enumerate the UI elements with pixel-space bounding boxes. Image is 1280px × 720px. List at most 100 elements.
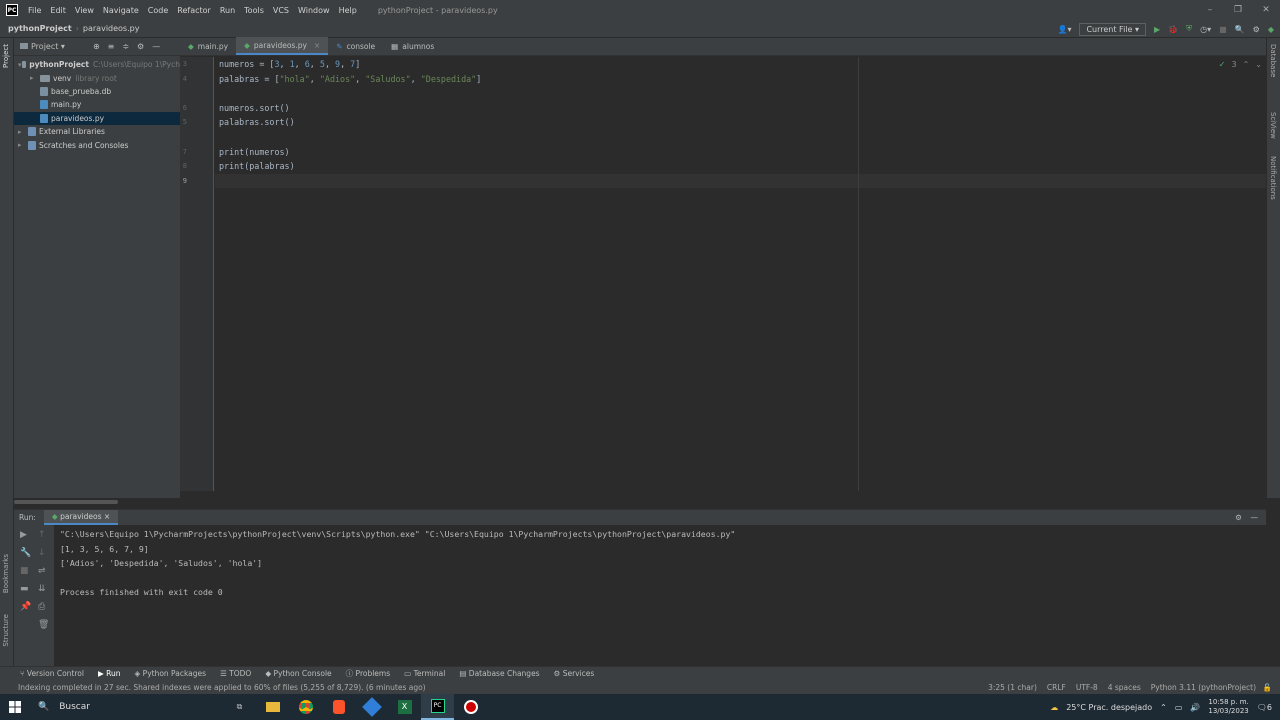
menu-tools[interactable]: Tools xyxy=(244,6,264,15)
pycharm-taskbar-icon[interactable]: PC xyxy=(421,694,454,720)
bookmarks-tool-button[interactable]: Bookmarks xyxy=(2,554,10,593)
update-icon[interactable]: ◆ xyxy=(1268,25,1274,34)
layout-icon[interactable]: ▬ xyxy=(20,584,29,594)
database-tool-button[interactable]: Database xyxy=(1269,44,1277,77)
close-tab-icon[interactable]: × xyxy=(314,41,320,50)
menu-code[interactable]: Code xyxy=(148,6,168,15)
breadcrumb-file[interactable]: paravideos.py xyxy=(83,24,140,33)
clock[interactable]: 10:58 p. m. 13/03/2023 xyxy=(1208,698,1248,716)
taskbar-search[interactable]: 🔍 Buscar xyxy=(38,702,223,712)
user-icon[interactable]: 👤▾ xyxy=(1057,25,1071,34)
structure-tool-button[interactable]: Structure xyxy=(2,614,10,647)
volume-icon[interactable]: 🔊 xyxy=(1190,703,1200,712)
notification-center-icon[interactable]: 🗨6 xyxy=(1257,703,1272,712)
project-tree-item[interactable]: ▸ Scratches and Consoles xyxy=(14,138,180,151)
horizontal-scrollbar[interactable] xyxy=(14,500,118,504)
maximize-icon[interactable]: ❐ xyxy=(1224,0,1252,20)
project-tree-item[interactable]: ▾ pythonProject C:\Users\Equipo 1\Pych xyxy=(14,58,180,71)
collapse-all-icon[interactable]: ≑ xyxy=(122,42,129,51)
minimize-icon[interactable]: – xyxy=(1196,0,1224,20)
project-tree-item[interactable]: ▸ External Libraries xyxy=(14,125,180,138)
network-icon[interactable]: ▭ xyxy=(1175,703,1183,712)
menu-run[interactable]: Run xyxy=(220,6,235,15)
menu-navigate[interactable]: Navigate xyxy=(103,6,139,15)
coverage-icon[interactable]: ⛨ xyxy=(1186,24,1192,34)
expand-all-icon[interactable]: ≡ xyxy=(108,42,115,51)
code-line[interactable]: palabras.sort() xyxy=(215,115,1266,130)
chevron-down-icon[interactable]: ⌄ xyxy=(1255,60,1262,69)
weather-text[interactable]: 25°C Prac. despejado xyxy=(1066,703,1152,712)
rerun-icon[interactable]: ▶ xyxy=(20,530,27,540)
brave-icon[interactable] xyxy=(322,694,355,720)
hide-run-panel-icon[interactable]: — xyxy=(1251,513,1259,522)
expand-arrow-icon[interactable]: ▸ xyxy=(30,74,40,82)
menu-help[interactable]: Help xyxy=(339,6,357,15)
indent-setting[interactable]: 4 spaces xyxy=(1108,683,1141,692)
options-gear-icon[interactable]: ⚙ xyxy=(137,42,144,51)
file-explorer-icon[interactable] xyxy=(256,694,289,720)
toolwindow-python-packages[interactable]: ◈ Python Packages xyxy=(135,669,207,678)
menu-view[interactable]: View xyxy=(75,6,94,15)
record-app-icon[interactable] xyxy=(454,694,487,720)
menu-refactor[interactable]: Refactor xyxy=(177,6,211,15)
toolwindow-problems[interactable]: ⓘ Problems xyxy=(346,668,390,679)
trash-icon[interactable]: 🗑 xyxy=(38,620,49,630)
code-line-current[interactable] xyxy=(215,173,1266,189)
file-encoding[interactable]: UTF-8 xyxy=(1076,683,1098,692)
scroll-up-icon[interactable]: ↑ xyxy=(38,530,46,540)
pin-icon[interactable]: 📌 xyxy=(20,602,31,612)
code-line[interactable]: print(numeros) xyxy=(215,145,1266,160)
settings-gear-icon[interactable]: ⚙ xyxy=(1253,25,1260,34)
toolwindow-database-changes[interactable]: ▤ Database Changes xyxy=(459,669,539,678)
code-line[interactable]: numeros = [3, 1, 6, 5, 9, 7] xyxy=(215,57,1266,72)
run-icon[interactable]: ▶ xyxy=(1154,25,1160,34)
code-line[interactable]: palabras = ["hola", "Adios", "Saludos", … xyxy=(215,72,1266,87)
toolwindow-python-console[interactable]: ◆ Python Console xyxy=(265,669,331,678)
tab-paravideos-py[interactable]: ◆ paravideos.py × xyxy=(236,37,329,55)
menu-window[interactable]: Window xyxy=(298,6,330,15)
project-tree-item[interactable]: ▸ venv library root xyxy=(14,71,180,84)
status-message[interactable]: Indexing completed in 27 sec. Shared ind… xyxy=(18,683,426,692)
run-tab-paravideos[interactable]: ◆ paravideos × xyxy=(43,510,119,525)
lock-icon[interactable]: 🔓 xyxy=(1263,683,1272,692)
tab-console[interactable]: ✎ console xyxy=(328,37,383,55)
expand-arrow-icon[interactable]: ▸ xyxy=(18,128,28,136)
debug-icon[interactable]: 🐞 xyxy=(1168,25,1178,34)
tab-main-py[interactable]: ◆ main.py xyxy=(180,37,236,55)
notifications-tool-button[interactable]: Notifications xyxy=(1269,156,1277,200)
toolwindow-terminal[interactable]: ▭ Terminal xyxy=(404,669,445,678)
stop-icon[interactable]: ■ xyxy=(20,566,29,576)
scroll-to-end-icon[interactable]: ⇊ xyxy=(38,584,46,594)
line-separator[interactable]: CRLF xyxy=(1047,683,1066,692)
sciview-tool-button[interactable]: SciView xyxy=(1269,112,1277,139)
windows-start-icon[interactable] xyxy=(0,694,30,720)
project-tree-item[interactable]: base_prueba.db xyxy=(14,85,180,98)
task-view-icon[interactable]: ⧉ xyxy=(223,694,256,720)
code-line[interactable] xyxy=(215,86,1266,101)
toolwindow-version-control[interactable]: ⑂ Version Control xyxy=(20,669,84,678)
toolwindow-todo[interactable]: ☰ TODO xyxy=(220,669,251,678)
stop-icon[interactable]: ■ xyxy=(1219,25,1227,34)
chrome-icon[interactable] xyxy=(289,694,322,720)
project-tree-item[interactable]: main.py xyxy=(14,98,180,111)
code-line[interactable] xyxy=(215,130,1266,145)
code-line[interactable]: numeros.sort() xyxy=(215,101,1266,116)
project-tool-button[interactable]: Project xyxy=(2,44,10,68)
run-configuration-select[interactable]: Current File ▾ xyxy=(1079,22,1147,36)
menu-file[interactable]: File xyxy=(28,6,41,15)
locate-icon[interactable]: ⊕ xyxy=(93,42,100,51)
project-view-selector[interactable]: Project ▾ xyxy=(20,42,65,51)
toolwindow-services[interactable]: ⚙ Services xyxy=(554,669,595,678)
search-everywhere-icon[interactable]: 🔍 xyxy=(1235,25,1245,34)
tray-chevron-up-icon[interactable]: ⌃ xyxy=(1160,703,1167,712)
code-editor[interactable]: numeros = [3, 1, 6, 5, 9, 7] palabras = … xyxy=(215,57,1266,491)
excel-icon[interactable]: X xyxy=(388,694,421,720)
chevron-up-icon[interactable]: ⌃ xyxy=(1243,60,1250,69)
hide-panel-icon[interactable]: — xyxy=(152,42,160,51)
app-icon[interactable] xyxy=(355,694,388,720)
profile-icon[interactable]: ◷▾ xyxy=(1200,25,1211,34)
scroll-down-icon[interactable]: ↓ xyxy=(38,548,46,558)
toolwindow-run[interactable]: ▶ Run xyxy=(98,669,121,678)
code-line[interactable]: print(palabras) xyxy=(215,159,1266,174)
project-tree-item[interactable]: paravideos.py xyxy=(14,111,180,125)
